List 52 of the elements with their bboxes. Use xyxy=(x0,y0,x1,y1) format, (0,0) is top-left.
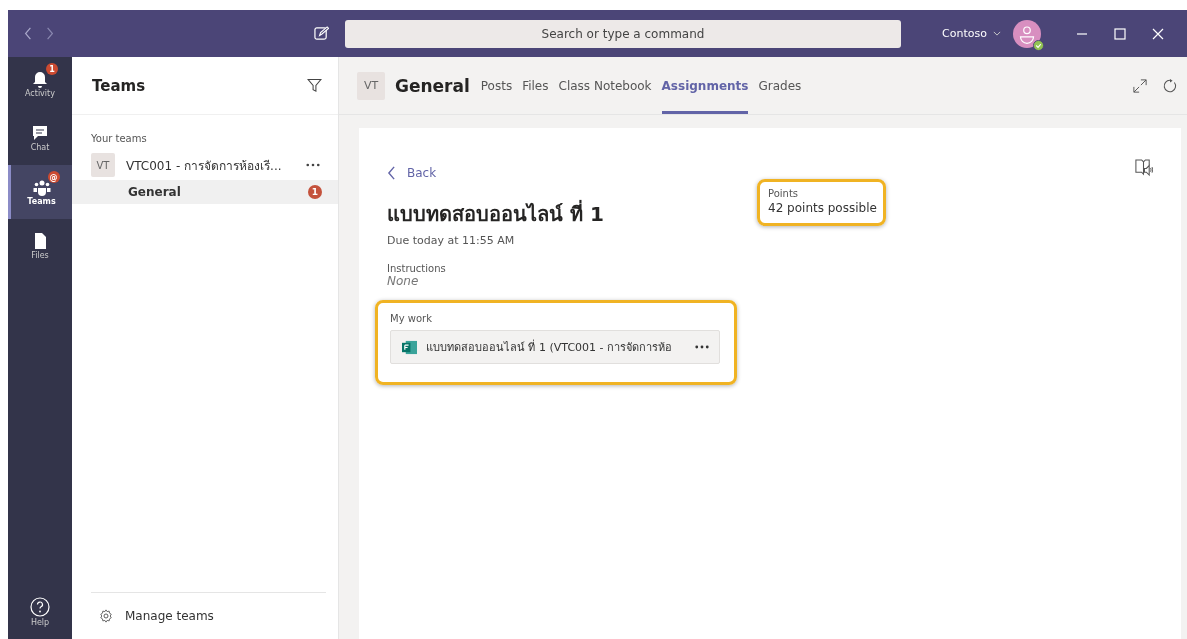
tab[interactable]: Class Notebook xyxy=(558,57,652,114)
my-work-label: My work xyxy=(390,313,433,324)
tab[interactable]: Assignments xyxy=(661,57,749,114)
chevron-left-icon xyxy=(387,166,396,180)
panel-title: Teams xyxy=(92,76,146,95)
close-icon[interactable] xyxy=(1152,27,1164,40)
team-item[interactable]: VT VTC001 - การจัดการห้องเรี... xyxy=(72,150,338,180)
tab[interactable]: Files xyxy=(522,57,549,114)
points-value: 42 points possible xyxy=(768,201,877,215)
help-button[interactable]: Help xyxy=(8,585,72,639)
app-bar-button[interactable]: Chat xyxy=(8,111,72,165)
assignment-title: แบบทดสอบออนไลน์ ที่ 1 xyxy=(387,199,605,228)
chat-icon xyxy=(31,124,49,142)
available-status-icon xyxy=(1033,39,1044,51)
profile-avatar-icon[interactable] xyxy=(1013,19,1041,48)
team-name: VTC001 - การจัดการห้องเรี... xyxy=(126,157,283,175)
team-avatar: VT xyxy=(91,153,115,177)
section-label: Your teams xyxy=(90,132,148,146)
bell-icon xyxy=(31,70,49,88)
tab[interactable]: Posts xyxy=(480,57,513,114)
tab[interactable]: Grades xyxy=(758,57,802,114)
app-bar-button[interactable]: @ Teams xyxy=(8,165,72,219)
notification-badge: @ xyxy=(47,171,60,183)
app-bar-button[interactable]: 1 Activity xyxy=(8,57,72,111)
channel-avatar: VT xyxy=(357,71,385,100)
manage-teams-link[interactable]: Manage teams xyxy=(72,593,338,639)
expand-icon[interactable] xyxy=(1133,78,1147,93)
instructions-label: Instructions xyxy=(387,263,447,274)
points-label: Points xyxy=(768,188,800,199)
notification-badge: 1 xyxy=(308,185,322,199)
refresh-icon[interactable] xyxy=(1163,78,1177,93)
chevron-down-icon xyxy=(993,31,1001,36)
channel-name: General xyxy=(395,75,470,96)
org-switcher[interactable]: Contoso xyxy=(942,27,1001,40)
file-name: แบบทดสอบออนไลน์ ที่ 1 (VTC001 - การจัดการห้อ xyxy=(426,338,674,356)
more-options-icon[interactable] xyxy=(695,345,709,349)
app-bar-button[interactable]: Files xyxy=(8,219,72,273)
compose-icon[interactable] xyxy=(314,26,329,41)
due-date: Due today at 11:55 AM xyxy=(387,234,516,247)
help-icon xyxy=(30,597,50,617)
maximize-icon[interactable] xyxy=(1114,27,1126,40)
teams-icon xyxy=(32,178,51,196)
forms-file-icon xyxy=(401,339,418,355)
settings-icon xyxy=(99,609,113,623)
notification-badge: 1 xyxy=(46,63,58,75)
more-options-icon[interactable] xyxy=(306,163,320,167)
back-link[interactable]: Back xyxy=(387,166,437,180)
channel-item[interactable]: General 1 xyxy=(72,180,338,204)
instructions-text: None xyxy=(387,274,420,288)
search-field[interactable]: Search or type a command xyxy=(345,19,901,48)
attachment-card[interactable]: แบบทดสอบออนไลน์ ที่ 1 (VTC001 - การจัดการห้อ xyxy=(390,330,720,364)
filter-icon[interactable] xyxy=(307,78,322,93)
